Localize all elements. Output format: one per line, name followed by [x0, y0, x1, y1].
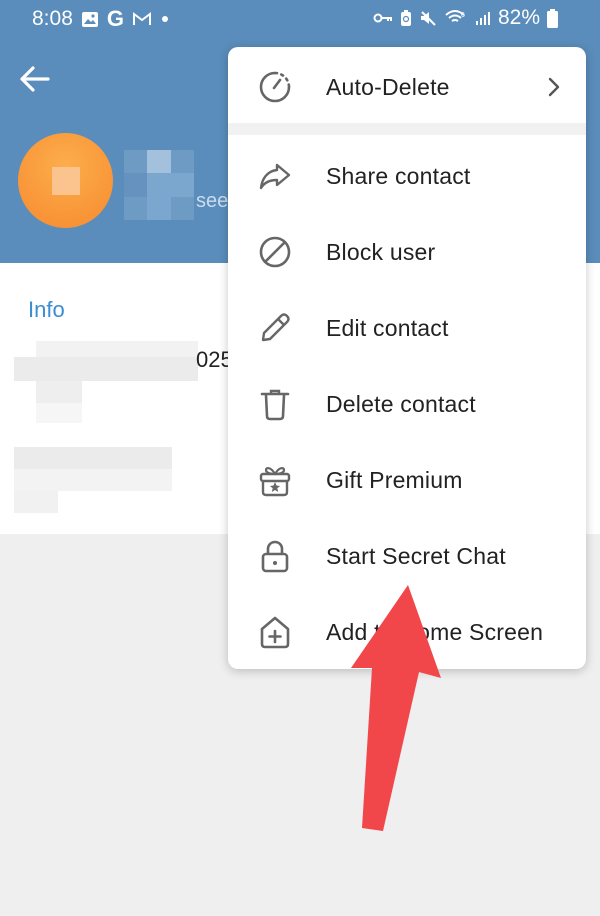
menu-item-label: Edit contact — [326, 314, 449, 341]
gift-icon — [258, 463, 292, 497]
signal-icon — [475, 10, 491, 26]
contact-name-pixelated — [124, 150, 194, 220]
add-home-icon — [258, 615, 292, 649]
vpn-key-icon — [373, 12, 393, 24]
chevron-right-icon — [548, 77, 560, 97]
block-icon — [258, 235, 292, 269]
avatar[interactable] — [18, 133, 113, 228]
gmail-icon — [132, 11, 152, 27]
notification-dot-icon — [160, 14, 170, 24]
menu-divider — [228, 123, 586, 135]
trash-icon — [258, 387, 292, 421]
share-icon — [258, 159, 292, 193]
menu-item-label: Start Secret Chat — [326, 542, 506, 569]
battery-saver-icon — [400, 9, 412, 27]
info-title: Info — [28, 297, 65, 322]
menu-item-gift-premium[interactable]: Gift Premium — [228, 442, 586, 518]
pencil-icon — [258, 311, 292, 345]
arrow-left-icon — [20, 66, 50, 92]
menu-item-label: Block user — [326, 238, 436, 265]
avatar-initials-pixelated — [52, 167, 80, 195]
battery-icon — [547, 8, 558, 28]
menu-item-start-secret-chat[interactable]: Start Secret Chat — [228, 518, 586, 594]
clock: 8:08 — [32, 7, 73, 30]
menu-item-label: Add to Home Screen — [326, 618, 544, 645]
menu-item-edit-contact[interactable]: Edit contact — [228, 290, 586, 366]
gallery-icon — [81, 11, 99, 28]
menu-item-share-contact[interactable]: Share contact — [228, 138, 586, 214]
menu-item-block-user[interactable]: Block user — [228, 214, 586, 290]
menu-item-label: Auto-Delete — [326, 73, 450, 100]
menu-item-label: Share contact — [326, 162, 471, 189]
menu-item-label: Gift Premium — [326, 466, 463, 493]
overflow-menu: Auto-Delete Share contact Block user Edi… — [228, 47, 586, 669]
lock-icon — [258, 539, 292, 573]
menu-item-auto-delete[interactable]: Auto-Delete — [228, 49, 586, 125]
timer-icon — [258, 70, 292, 104]
google-icon: G — [106, 6, 124, 31]
wifi-icon: 6 — [444, 9, 468, 27]
menu-item-add-to-home-screen[interactable]: Add to Home Screen — [228, 594, 586, 669]
status-bar: 8:08 G 6 82% — [0, 0, 600, 38]
menu-item-delete-contact[interactable]: Delete contact — [228, 366, 586, 442]
back-button[interactable] — [18, 64, 52, 94]
mute-icon — [419, 9, 437, 27]
svg-text:6: 6 — [461, 12, 465, 19]
menu-item-label: Delete contact — [326, 390, 476, 417]
battery-percent: 82% — [497, 6, 540, 29]
